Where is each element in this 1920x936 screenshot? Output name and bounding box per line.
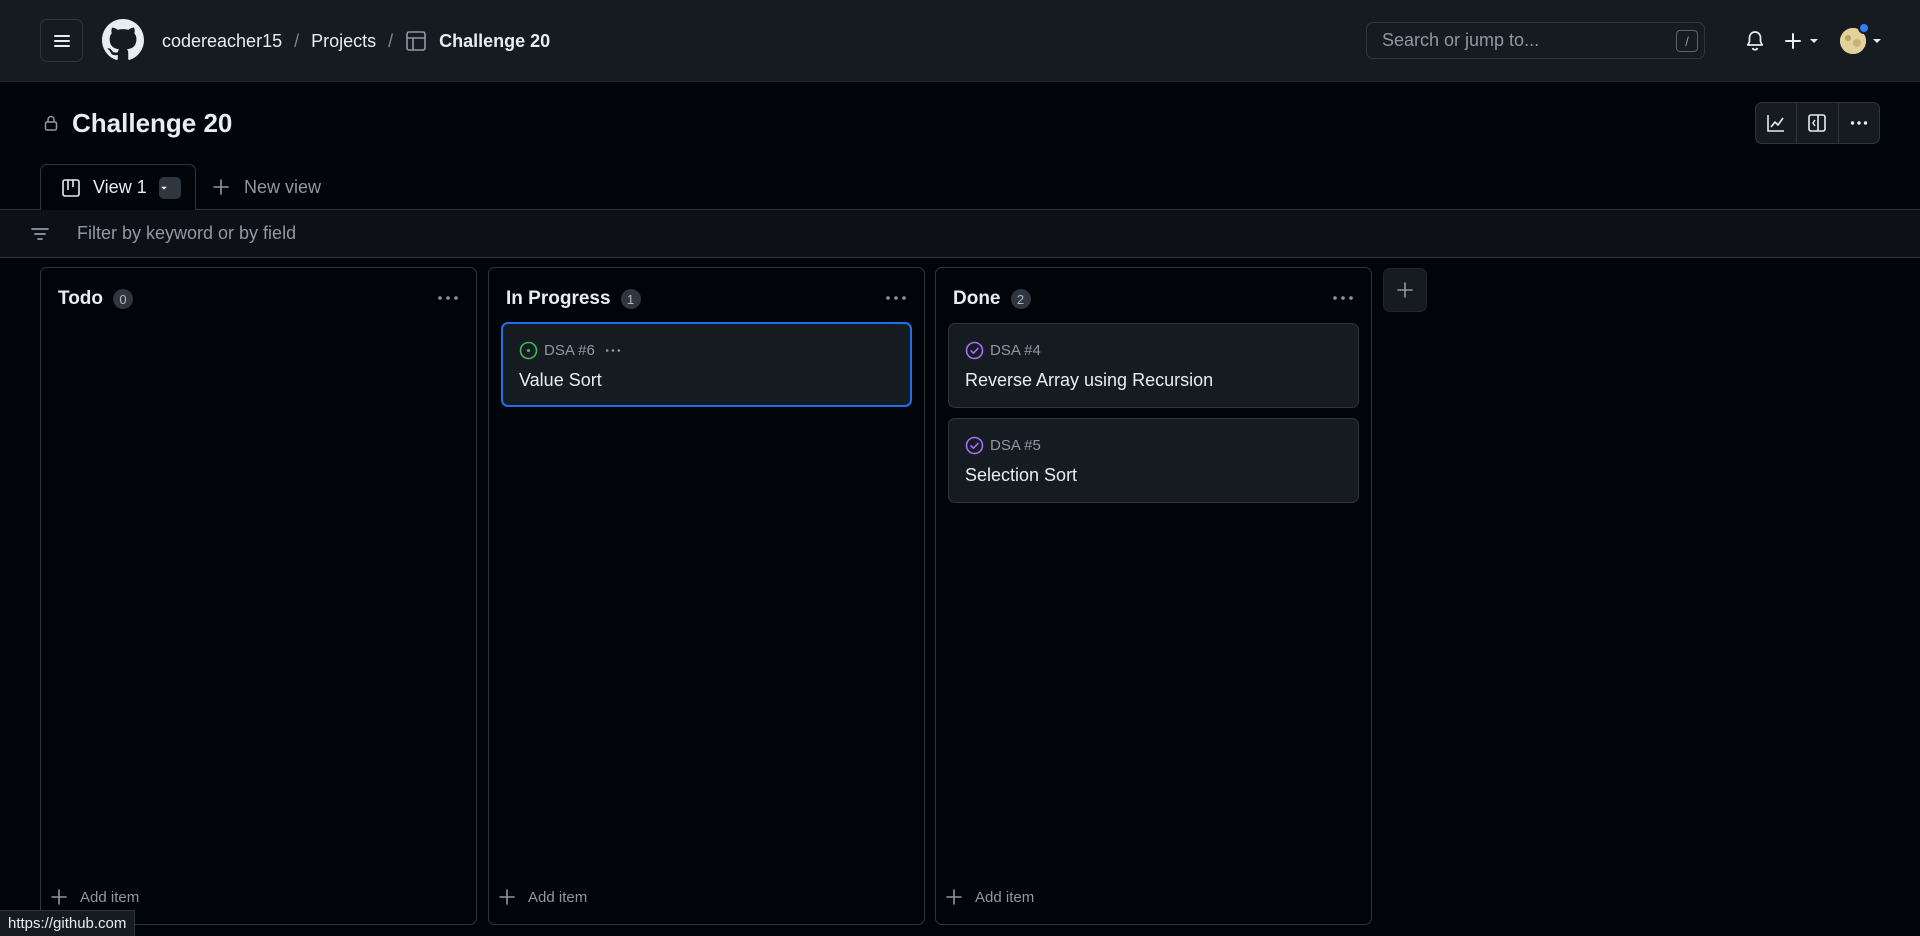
insights-button[interactable] — [1756, 103, 1798, 143]
tab-label: View 1 — [93, 177, 147, 197]
search-input[interactable]: Search or jump to... / — [1366, 22, 1705, 59]
column-header: Todo 0 — [58, 286, 134, 312]
breadcrumb-separator: / — [294, 30, 300, 51]
menu-icon — [53, 34, 70, 47]
add-item-label: Add item — [80, 888, 140, 906]
issue-closed-icon — [965, 341, 984, 359]
github-logo[interactable] — [102, 19, 144, 61]
card-meta: DSA #4 — [965, 340, 1041, 360]
card-title[interactable]: Selection Sort — [965, 465, 1077, 486]
column-title: Todo — [58, 288, 104, 309]
table-icon — [406, 31, 426, 51]
column-done: Done 2 DSA #4 Reverse Array using Recurs… — [935, 267, 1372, 925]
create-new-button[interactable] — [1783, 29, 1821, 53]
kebab-icon — [886, 296, 906, 300]
status-bar-url: https://github.com — [0, 910, 136, 936]
column-count-badge: 1 — [620, 289, 641, 309]
search-shortcut-key: / — [1676, 30, 1698, 52]
filter-icon — [31, 227, 49, 240]
add-item-button[interactable]: Add item — [51, 886, 139, 908]
add-item-label: Add item — [975, 888, 1035, 906]
view-options-button[interactable] — [158, 176, 181, 199]
menu-button[interactable] — [40, 19, 83, 62]
column-todo: Todo 0 Add item — [40, 267, 477, 925]
kebab-icon — [1850, 121, 1868, 125]
plus-icon — [1785, 33, 1801, 49]
breadcrumb-project-label: Challenge 20 — [439, 30, 551, 51]
search-placeholder: Search or jump to... — [1382, 30, 1540, 50]
column-header: In Progress 1 — [506, 286, 641, 312]
card-meta: DSA #6 — [519, 340, 627, 360]
card-menu-button[interactable] — [605, 344, 627, 356]
add-column-button[interactable] — [1383, 268, 1427, 312]
column-title: Done — [953, 288, 1001, 309]
add-item-button[interactable]: Add item — [946, 886, 1034, 908]
kebab-icon — [438, 296, 458, 300]
column-in-progress: In Progress 1 DSA #6 Value Sort Add item — [488, 267, 925, 925]
add-item-button[interactable]: Add item — [499, 886, 587, 908]
global-header: codereacher15 / Projects / Challenge 20 … — [0, 0, 1920, 82]
add-item-label: Add item — [528, 888, 588, 906]
card-item[interactable]: DSA #5 Selection Sort — [948, 418, 1359, 503]
card-item[interactable]: DSA #4 Reverse Array using Recursion — [948, 323, 1359, 408]
breadcrumb-separator: / — [388, 30, 394, 51]
side-panel-icon — [1808, 114, 1827, 132]
tab-view-1[interactable]: View 1 — [40, 164, 196, 210]
card-meta: DSA #5 — [965, 435, 1041, 455]
column-header: Done 2 — [953, 286, 1031, 312]
issue-closed-icon — [965, 436, 984, 454]
breadcrumb: codereacher15 / Projects / Challenge 20 — [162, 28, 550, 54]
card-title[interactable]: Value Sort — [519, 370, 602, 391]
column-count-badge: 0 — [113, 289, 134, 309]
board-icon — [62, 178, 80, 197]
kebab-icon — [1333, 296, 1353, 300]
new-view-button[interactable]: New view — [212, 174, 321, 200]
project-menu-button[interactable] — [1839, 103, 1879, 143]
project-actions — [1755, 102, 1880, 144]
column-menu-button[interactable] — [1331, 288, 1355, 308]
filter-bar[interactable]: Filter by keyword or by field — [0, 209, 1920, 258]
breadcrumb-user[interactable]: codereacher15 — [162, 31, 282, 52]
breadcrumb-project[interactable]: Challenge 20 — [405, 30, 550, 52]
side-panel-button[interactable] — [1797, 103, 1839, 143]
kebab-icon — [605, 348, 621, 352]
breadcrumb-projects[interactable]: Projects — [311, 31, 376, 52]
lock-icon — [44, 115, 58, 131]
card-reference[interactable]: DSA #6 — [544, 342, 595, 359]
plus-icon — [1397, 282, 1413, 298]
page-title: Challenge 20 — [72, 107, 233, 138]
bell-icon[interactable] — [1743, 29, 1767, 53]
plus-icon — [213, 179, 229, 195]
card-title[interactable]: Reverse Array using Recursion — [965, 370, 1213, 391]
new-view-label: New view — [244, 176, 322, 197]
card-item[interactable]: DSA #6 Value Sort — [501, 322, 912, 407]
card-reference[interactable]: DSA #4 — [990, 342, 1041, 359]
plus-icon — [946, 889, 962, 905]
chevron-down-icon — [160, 186, 167, 190]
chevron-down-icon — [1873, 39, 1881, 43]
card-reference[interactable]: DSA #5 — [990, 437, 1041, 454]
insights-icon — [1767, 115, 1785, 132]
column-menu-button[interactable] — [436, 288, 460, 308]
plus-icon — [499, 889, 515, 905]
plus-icon — [51, 889, 67, 905]
chevron-down-icon — [1810, 39, 1818, 43]
avatar — [1840, 22, 1870, 54]
notification-dot — [1858, 22, 1870, 34]
user-menu-button[interactable] — [1840, 22, 1884, 58]
project-header: Challenge 20 — [42, 106, 232, 140]
column-count-badge: 2 — [1010, 289, 1031, 309]
filter-input[interactable]: Filter by keyword or by field — [77, 223, 296, 244]
column-menu-button[interactable] — [884, 288, 908, 308]
issue-open-icon — [519, 341, 538, 359]
column-title: In Progress — [506, 288, 611, 309]
